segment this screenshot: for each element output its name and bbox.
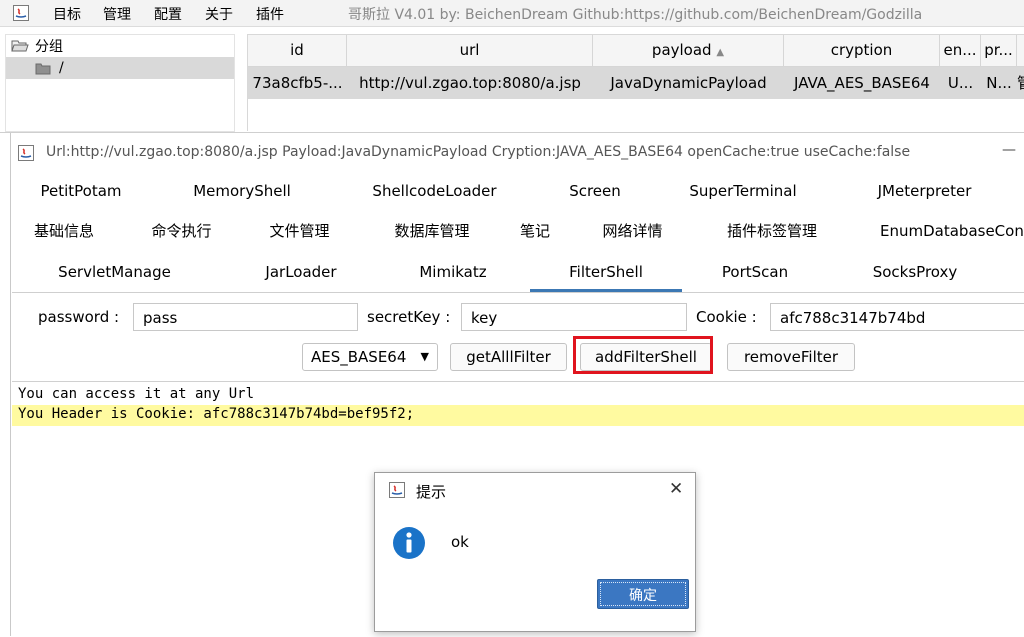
tab-jarloader[interactable]: JarLoader	[252, 252, 350, 292]
tab-row-2: 基础信息 命令执行 文件管理 数据库管理 笔记 网络详情 插件标签管理 Enum…	[12, 211, 1024, 251]
secretkey-input[interactable]: key	[461, 303, 687, 331]
column-header-more	[1017, 35, 1024, 67]
tab-petitpotam[interactable]: PetitPotam	[12, 171, 150, 211]
shell-table: id url payload ▲ cryption en... pr... 73…	[247, 34, 1024, 131]
table-cell: 管	[1017, 67, 1024, 99]
folder-open-icon	[11, 40, 29, 52]
tree-node-root-label: 分组	[35, 39, 63, 55]
tree-node-root[interactable]: 分组	[6, 35, 234, 57]
tab-row-1: PetitPotam MemoryShell ShellcodeLoader S…	[12, 171, 1024, 211]
tab-plugin-tag-manager[interactable]: 插件标签管理	[712, 211, 832, 251]
window-title: 哥斯拉 V4.01 by: BeichenDream Github:https:…	[348, 7, 923, 23]
column-header-encoding[interactable]: en...	[940, 35, 981, 67]
table-cell: http://vul.zgao.top:8080/a.jsp	[347, 67, 593, 99]
dialog-title: 提示	[416, 483, 447, 501]
table-cell: 73a8cfb5-...	[248, 67, 347, 99]
table-cell: JavaDynamicPayload	[593, 67, 784, 99]
pane-divider	[0, 132, 1024, 133]
menu-bar: 目标 管理 配置 关于 插件 哥斯拉 V4.01 by: BeichenDrea…	[0, 0, 1024, 27]
tab-screen[interactable]: Screen	[552, 171, 638, 211]
cookie-input[interactable]: afc788c3147b74bd	[770, 303, 1024, 331]
menu-config[interactable]: 配置	[154, 4, 182, 24]
cipher-select[interactable]: AES_BASE64 ▼	[302, 343, 438, 371]
tab-network-details[interactable]: 网络详情	[590, 211, 675, 251]
tab-enumdatabaseconf[interactable]: EnumDatabaseCon	[880, 211, 1024, 251]
annotation-highlight-box	[573, 336, 713, 374]
shell-window-titlebar: Url:http://vul.zgao.top:8080/a.jsp Paylo…	[12, 140, 1024, 166]
tree-node-child-label: /	[59, 60, 64, 76]
cipher-select-value: AES_BASE64	[311, 348, 407, 366]
tab-superterminal[interactable]: SuperTerminal	[677, 171, 809, 211]
column-header-payload[interactable]: payload ▲	[593, 35, 784, 67]
java-app-icon	[389, 482, 405, 498]
tab-shellcodeloader[interactable]: ShellcodeLoader	[362, 171, 507, 211]
column-header-cryption[interactable]: cryption	[784, 35, 940, 67]
column-header-id[interactable]: id	[248, 35, 347, 67]
sort-asc-icon: ▲	[716, 47, 725, 58]
secretkey-label: secretKey :	[367, 308, 451, 326]
close-icon[interactable]: ✕	[669, 479, 683, 499]
java-app-icon	[18, 145, 34, 161]
tab-row-3: ServletManage JarLoader Mimikatz FilterS…	[12, 252, 1024, 292]
tab-mimikatz[interactable]: Mimikatz	[408, 252, 498, 292]
table-cell: N...	[981, 67, 1017, 99]
tab-notes[interactable]: 笔记	[512, 211, 558, 251]
shell-window-title: Url:http://vul.zgao.top:8080/a.jsp Paylo…	[46, 144, 911, 160]
password-input[interactable]: pass	[133, 303, 358, 331]
dialog-message: ok	[451, 533, 469, 551]
remove-filter-button[interactable]: removeFilter	[727, 343, 855, 371]
java-app-icon	[13, 5, 29, 21]
menu-manage[interactable]: 管理	[103, 4, 131, 24]
output-line: You can access it at any Url	[18, 386, 255, 402]
menu-target[interactable]: 目标	[53, 4, 81, 24]
message-dialog: 提示 ✕ ok 确定	[374, 472, 696, 632]
tab-basic-info[interactable]: 基础信息	[20, 211, 108, 251]
window-left-edge	[10, 133, 11, 636]
folder-icon	[35, 63, 51, 74]
password-label: password :	[38, 308, 120, 326]
ok-button-label: 确定	[629, 588, 657, 604]
info-icon	[393, 527, 425, 559]
tab-content-divider	[12, 292, 1024, 293]
tab-socksproxy[interactable]: SocksProxy	[860, 252, 970, 292]
minimize-button[interactable]: —	[1002, 142, 1016, 158]
get-all-filter-button[interactable]: getAlllFilter	[450, 343, 567, 371]
output-line: You Header is Cookie: afc788c3147b74bd=b…	[18, 406, 415, 422]
chevron-down-icon: ▼	[420, 350, 429, 363]
menu-about[interactable]: 关于	[205, 4, 233, 24]
table-cell: U...	[940, 67, 981, 99]
tab-portscan[interactable]: PortScan	[710, 252, 800, 292]
column-header-proxy[interactable]: pr...	[981, 35, 1017, 67]
menu-plugins[interactable]: 插件	[256, 4, 284, 24]
tab-file-manager[interactable]: 文件管理	[257, 211, 342, 251]
tab-memoryshell[interactable]: MemoryShell	[172, 171, 312, 211]
tab-servletmanage[interactable]: ServletManage	[47, 252, 182, 292]
table-cell: JAVA_AES_BASE64	[784, 67, 940, 99]
tab-jmeterpreter[interactable]: JMeterpreter	[862, 171, 987, 211]
tab-filtershell[interactable]: FilterShell	[530, 252, 682, 292]
tree-node-child[interactable]: /	[6, 57, 234, 79]
tab-database-manager[interactable]: 数据库管理	[377, 211, 487, 251]
tab-command-exec[interactable]: 命令执行	[139, 211, 224, 251]
cookie-label: Cookie :	[696, 308, 757, 326]
ok-button[interactable]: 确定	[597, 579, 689, 609]
column-header-url[interactable]: url	[347, 35, 593, 67]
group-tree: 分组 /	[5, 34, 235, 132]
